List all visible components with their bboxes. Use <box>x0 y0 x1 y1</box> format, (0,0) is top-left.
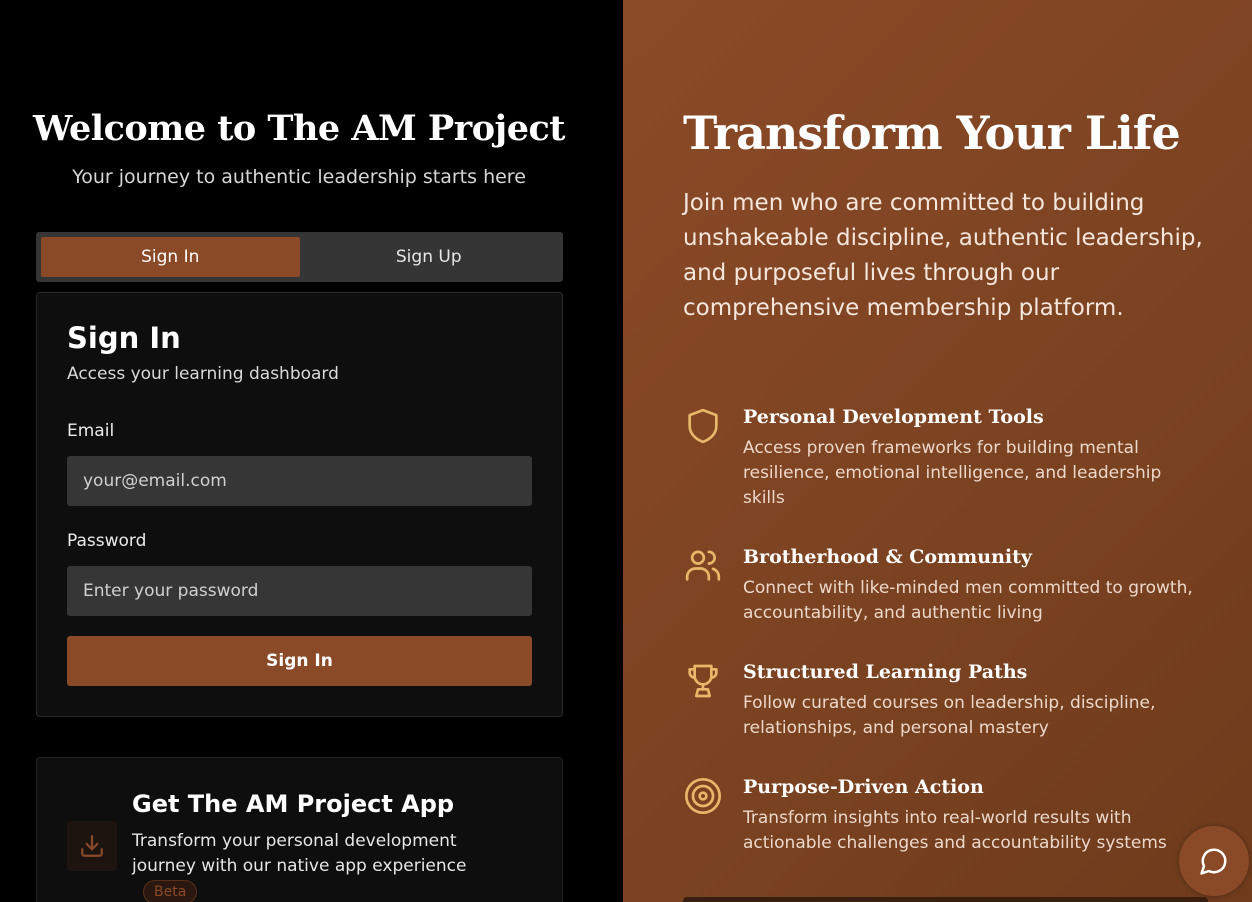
feature-description: Transform insights into real-world resul… <box>743 808 1167 853</box>
feature-title: Brotherhood & Community <box>743 546 1032 568</box>
feature-description: Connect with like-minded men committed t… <box>743 578 1193 623</box>
auth-panel: Welcome to The AM Project Your journey t… <box>0 0 623 902</box>
download-icon[interactable] <box>67 821 117 871</box>
beta-badge: Beta <box>143 880 198 902</box>
hero-title: Transform Your Life <box>683 106 1181 160</box>
password-field[interactable] <box>67 566 532 616</box>
chat-button[interactable] <box>1179 826 1249 896</box>
marketing-panel: Transform Your Life Join men who are com… <box>623 0 1252 902</box>
app-promo-description: Transform your personal development jour… <box>132 831 467 876</box>
email-label: Email <box>67 421 115 441</box>
target-icon <box>685 778 721 814</box>
welcome-title: Welcome to The AM Project <box>33 108 565 149</box>
welcome-subtitle: Your journey to authentic leadership sta… <box>72 166 526 188</box>
password-label: Password <box>67 531 147 551</box>
bottom-cta-edge <box>683 897 1208 902</box>
signin-card: Sign In Access your learning dashboard E… <box>36 292 563 717</box>
sign-in-button[interactable]: Sign In <box>67 636 532 686</box>
chat-bubble-icon <box>1200 848 1227 875</box>
tab-sign-up[interactable]: Sign Up <box>300 237 559 277</box>
signin-subtitle: Access your learning dashboard <box>67 364 339 384</box>
trophy-icon <box>688 664 718 698</box>
feature-title: Structured Learning Paths <box>743 661 1028 683</box>
feature-description: Follow curated courses on leadership, di… <box>743 693 1156 738</box>
auth-tabs: Sign In Sign Up <box>36 232 563 282</box>
feature-title: Personal Development Tools <box>743 406 1044 428</box>
email-field[interactable] <box>67 456 532 506</box>
feature-title: Purpose-Driven Action <box>743 776 984 798</box>
users-icon <box>685 550 721 581</box>
feature-description: Access proven frameworks for building me… <box>743 438 1162 508</box>
shield-icon <box>688 408 718 444</box>
tab-sign-in[interactable]: Sign In <box>41 237 300 277</box>
hero-description: Join men who are committed to building u… <box>683 190 1203 321</box>
app-promo-title: Get The AM Project App <box>132 790 455 818</box>
app-promo-card: Get The AM Project App Transform your pe… <box>36 757 563 902</box>
signin-title: Sign In <box>67 321 181 355</box>
